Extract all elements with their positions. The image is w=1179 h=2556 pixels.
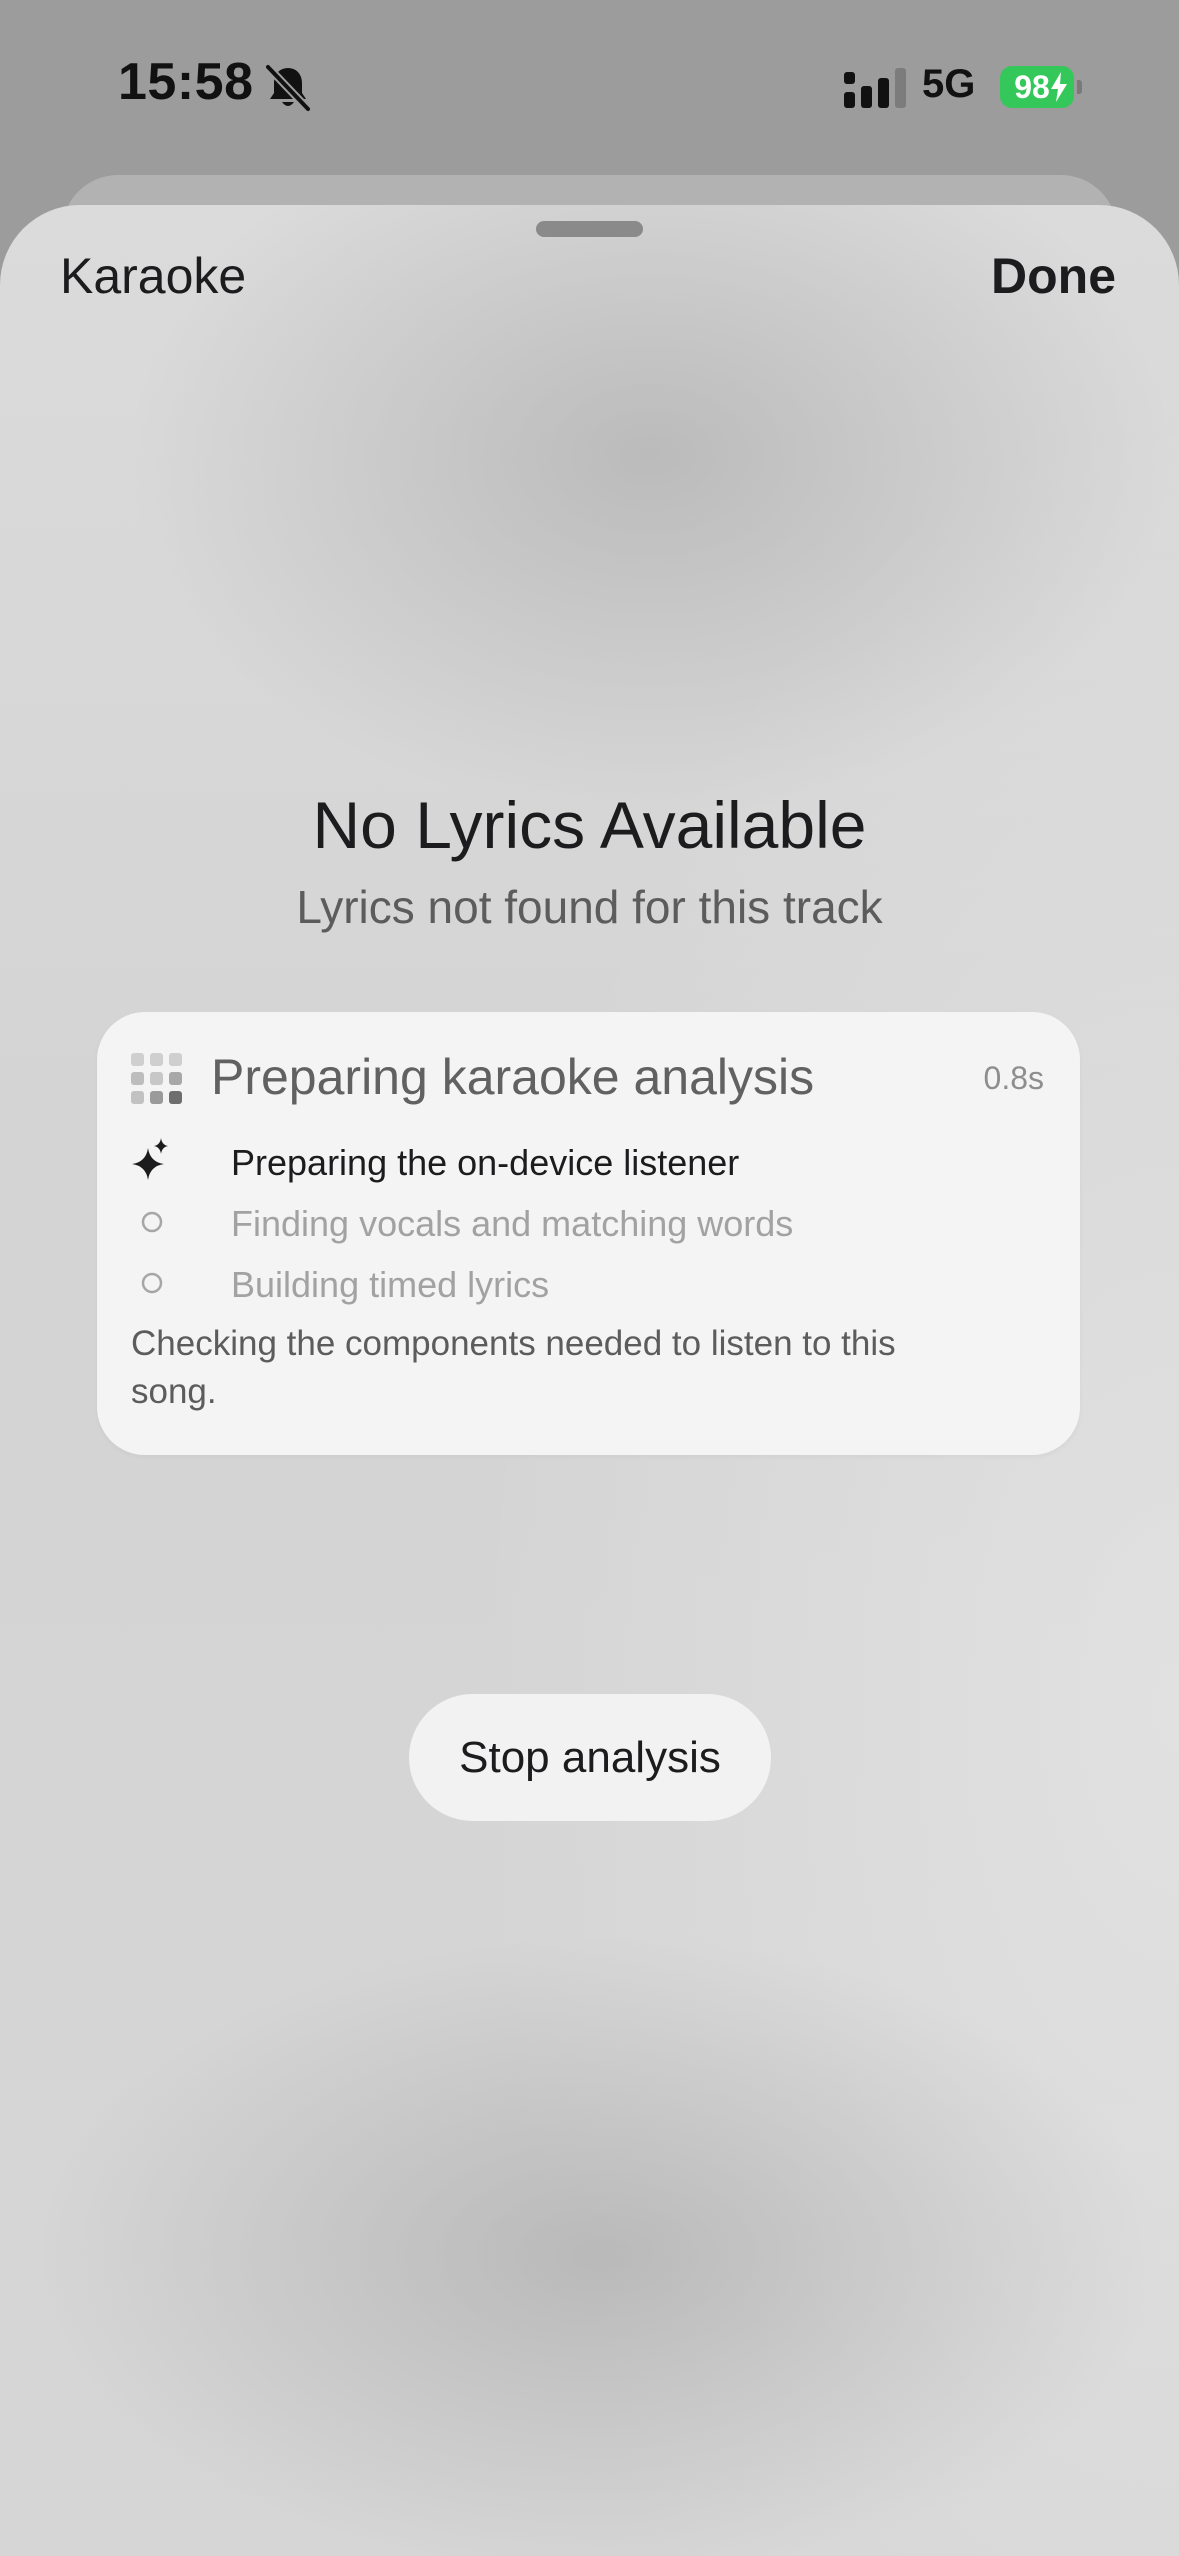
bolt-icon: [1051, 72, 1067, 102]
cellular-signal-icon: [844, 68, 906, 108]
bell-slash-icon: [265, 64, 311, 112]
step-preparing-listener: Preparing the on-device listener: [131, 1136, 1031, 1186]
step-label: Preparing the on-device listener: [231, 1142, 740, 1183]
network-label: 5G: [922, 62, 976, 106]
sheet-grabber[interactable]: [536, 221, 643, 237]
grid-dots-icon: [131, 1053, 182, 1104]
analysis-title: Preparing karaoke analysis: [211, 1049, 815, 1105]
analysis-description: Checking the components needed to listen…: [131, 1324, 896, 1411]
status-time: 15:58: [118, 53, 254, 111]
battery-cap: [1077, 80, 1082, 94]
circle-icon: [141, 1211, 163, 1233]
done-button[interactable]: Done: [991, 247, 1116, 305]
battery-level: 98: [1014, 68, 1050, 105]
stop-analysis-button[interactable]: Stop analysis: [409, 1694, 771, 1821]
sheet-title: Karaoke: [60, 248, 247, 304]
step-finding-vocals: Finding vocals and matching words: [131, 1197, 1031, 1247]
circle-icon: [141, 1272, 163, 1294]
analysis-card: Preparing karaoke analysis 0.8s Preparin…: [97, 1012, 1080, 1455]
empty-state-subtitle: Lyrics not found for this track: [296, 881, 883, 933]
empty-state-title: No Lyrics Available: [312, 788, 867, 862]
sparkles-icon: [132, 1138, 168, 1180]
step-label: Finding vocals and matching words: [231, 1203, 794, 1244]
step-label: Building timed lyrics: [231, 1264, 550, 1305]
step-building-lyrics: Building timed lyrics: [131, 1258, 1031, 1308]
battery-indicator: 98: [1000, 66, 1074, 108]
elapsed-time: 0.8s: [983, 1060, 1044, 1096]
